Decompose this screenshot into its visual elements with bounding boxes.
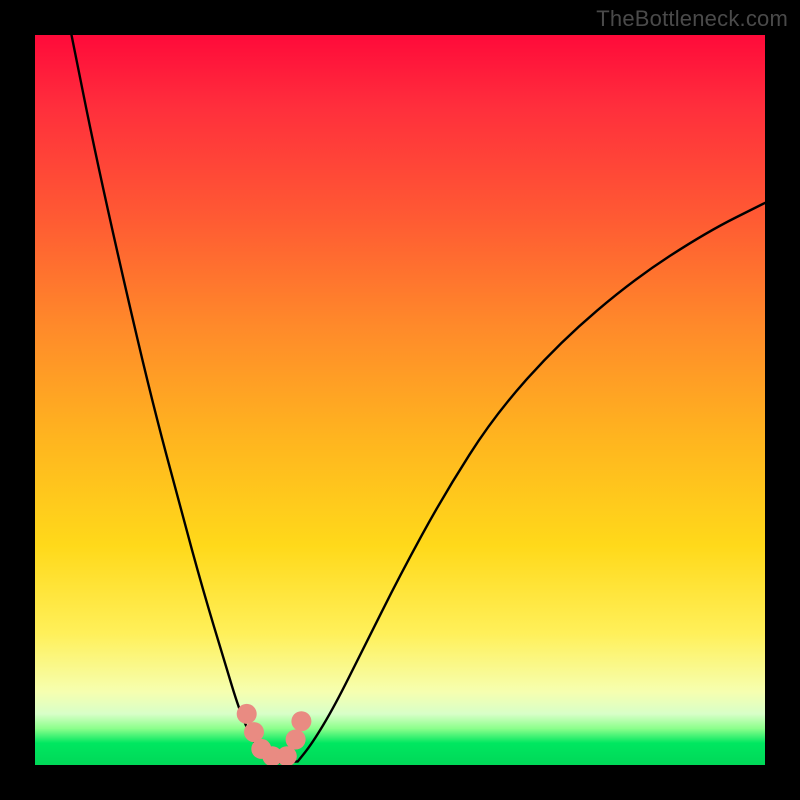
curve-right-branch <box>298 203 765 762</box>
curve-layer <box>35 35 765 765</box>
valley-node <box>286 730 306 750</box>
valley-node <box>291 711 311 731</box>
curve-left-branch <box>72 35 269 761</box>
watermark-text: TheBottleneck.com <box>596 6 788 32</box>
valley-node <box>237 704 257 724</box>
valley-nodes <box>237 704 312 765</box>
plot-area <box>35 35 765 765</box>
chart-frame: TheBottleneck.com <box>0 0 800 800</box>
